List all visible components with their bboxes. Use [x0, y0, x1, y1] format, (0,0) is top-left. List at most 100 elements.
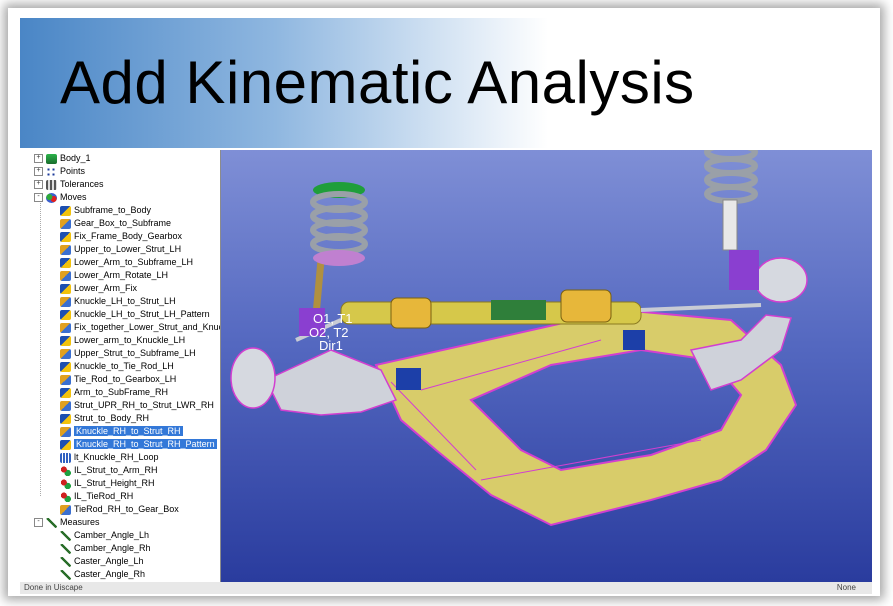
body-icon — [46, 153, 57, 164]
strut-rod-lh — [312, 259, 325, 316]
law-icon — [60, 465, 71, 476]
tree-item[interactable]: Tie_Rod_to_Gearbox_LH — [60, 373, 176, 386]
moves-icon — [46, 192, 57, 203]
measures-icon — [46, 517, 57, 528]
tree-item-label: Gear_Box_to_Subframe — [74, 218, 172, 228]
tree-item[interactable]: Knuckle_LH_to_Strut_LH_Pattern — [60, 308, 210, 321]
tree-item-label: Caster_Angle_Rh — [74, 569, 146, 579]
tree-item[interactable]: Knuckle_LH_to_Strut_LH — [60, 295, 176, 308]
move-icon — [60, 413, 71, 424]
move-icon — [60, 244, 71, 255]
tree-item-label: lt_Knuckle_RH_Loop — [74, 452, 159, 462]
move-icon — [60, 231, 71, 242]
tree-item-label: Lower_Arm_Rotate_LH — [74, 270, 169, 280]
tree-item[interactable]: Lower_Arm_Fix — [60, 282, 137, 295]
angle-measure-icon — [60, 569, 71, 580]
tree-item[interactable]: Knuckle_to_Tie_Rod_LH — [60, 360, 174, 373]
law-icon — [60, 491, 71, 502]
tree-item-label: Knuckle_RH_to_Strut_RH_Pattern — [74, 439, 217, 449]
status-left: Done in Uiscape — [24, 583, 83, 592]
loop-icon — [60, 452, 71, 463]
knuckle-rh[interactable] — [754, 257, 808, 303]
tree-item-label: IL_TieRod_RH — [74, 491, 134, 501]
tree-item[interactable]: + Tolerances — [34, 178, 104, 191]
tree-item[interactable]: Strut_to_Body_RH — [60, 412, 149, 425]
tree-expander-icon[interactable]: - — [34, 518, 43, 528]
tree-item[interactable]: Caster_Angle_Rh — [60, 568, 145, 581]
3d-viewport[interactable]: O1, T1 O2, T2 Dir1 — [221, 150, 872, 582]
tree-item-label: Points — [60, 166, 86, 176]
status-right: None — [836, 583, 856, 592]
move-icon — [60, 387, 71, 398]
move-icon — [60, 504, 71, 515]
move-icon — [60, 439, 71, 450]
tree-item-label: Tolerances — [60, 179, 104, 189]
move-icon — [60, 348, 71, 359]
tree-item[interactable]: Arm_to_SubFrame_RH — [60, 386, 168, 399]
title-bar: Add Kinematic Analysis — [20, 18, 872, 148]
tree-item[interactable]: Fix_together_Lower_Strut_and_Knuckle_LH — [60, 321, 220, 334]
tree-expander-icon[interactable]: - — [34, 193, 43, 203]
tree-item[interactable]: Knuckle_RH_to_Strut_RH — [60, 425, 183, 438]
points-icon — [46, 166, 57, 177]
tree-item[interactable]: Lower_Arm_Rotate_LH — [60, 269, 168, 282]
tree-expander-icon[interactable]: + — [34, 180, 43, 190]
tree-item[interactable]: + Body_1 — [34, 152, 91, 165]
tree-item-label: Knuckle_LH_to_Strut_LH — [74, 296, 176, 306]
tree-item-label: Lower_arm_to_Knuckle_LH — [74, 335, 186, 345]
lower-arm-lh[interactable] — [264, 349, 398, 416]
specification-tree[interactable]: + Body_1 + Points + Tolerances - Moves Subframe_… — [20, 150, 221, 582]
tree-expander-icon[interactable]: + — [34, 154, 43, 164]
knuckle-lh[interactable] — [230, 347, 276, 409]
tree-item[interactable]: TieRod_RH_to_Gear_Box — [60, 503, 179, 516]
move-icon — [60, 309, 71, 320]
move-icon — [60, 218, 71, 229]
tree-item[interactable]: lt_Knuckle_RH_Loop — [60, 451, 159, 464]
tree-item-label: Tie_Rod_to_Gearbox_LH — [74, 374, 177, 384]
move-icon — [60, 335, 71, 346]
tree-item-label: Upper_Strut_to_Subframe_LH — [74, 348, 196, 358]
tree-item[interactable]: Subframe_to_Body — [60, 204, 151, 217]
tree-item[interactable]: Strut_UPR_RH_to_Strut_LWR_RH — [60, 399, 214, 412]
tree-item[interactable]: IL_Strut_Height_RH — [60, 477, 155, 490]
move-icon — [60, 400, 71, 411]
tree-item[interactable]: IL_TieRod_RH — [60, 490, 133, 503]
label-o1-t1: O1, T1 — [313, 311, 353, 326]
angle-measure-icon — [60, 543, 71, 554]
tree-item[interactable]: + Points — [34, 165, 85, 178]
tree-item[interactable]: Upper_to_Lower_Strut_LH — [60, 243, 181, 256]
tree-item[interactable]: - Moves — [34, 191, 87, 204]
tree-item[interactable]: Knuckle_RH_to_Strut_RH_Pattern — [60, 438, 217, 451]
tree-guide-line — [40, 196, 42, 496]
tree-item-label: Knuckle_RH_to_Strut_RH — [74, 426, 183, 436]
tree-item[interactable]: Upper_Strut_to_Subframe_LH — [60, 347, 196, 360]
move-icon — [60, 374, 71, 385]
move-icon — [60, 257, 71, 268]
strut-body-rh — [722, 199, 738, 251]
tree-item[interactable]: Camber_Angle_Lh — [60, 529, 149, 542]
tree-item[interactable]: - Measures — [34, 516, 100, 529]
tree-item[interactable]: Fix_Frame_Body_Gearbox — [60, 230, 182, 243]
slide-title: Add Kinematic Analysis — [60, 49, 695, 116]
tree-item[interactable]: Camber_Angle_Rh — [60, 542, 151, 555]
tree-item-label: Arm_to_SubFrame_RH — [74, 387, 169, 397]
label-dir1: Dir1 — [319, 338, 343, 353]
angle-measure-icon — [60, 530, 71, 541]
tree-item[interactable]: Lower_Arm_to_Subframe_LH — [60, 256, 193, 269]
tree-item[interactable]: Caster_Angle_Lh — [60, 555, 144, 568]
tree-item-label: IL_Strut_to_Arm_RH — [74, 465, 158, 475]
tree-item[interactable]: Lower_arm_to_Knuckle_LH — [60, 334, 185, 347]
move-icon — [60, 205, 71, 216]
tree-item-label: Strut_to_Body_RH — [74, 413, 150, 423]
move-icon — [60, 296, 71, 307]
tree-item[interactable]: IL_Strut_to_Arm_RH — [60, 464, 158, 477]
tree-item-label: Caster_Angle_Lh — [74, 556, 144, 566]
suspension-model[interactable]: O1, T1 O2, T2 Dir1 — [221, 150, 872, 582]
rack-boot-lh — [390, 297, 432, 329]
move-icon — [60, 361, 71, 372]
tree-expander-icon[interactable]: + — [34, 167, 43, 177]
tolerances-icon — [46, 179, 57, 190]
angle-measure-icon — [60, 556, 71, 567]
tree-item[interactable]: Gear_Box_to_Subframe — [60, 217, 171, 230]
slide: Add Kinematic Analysis + Body_1 + Points + To… — [20, 18, 872, 594]
